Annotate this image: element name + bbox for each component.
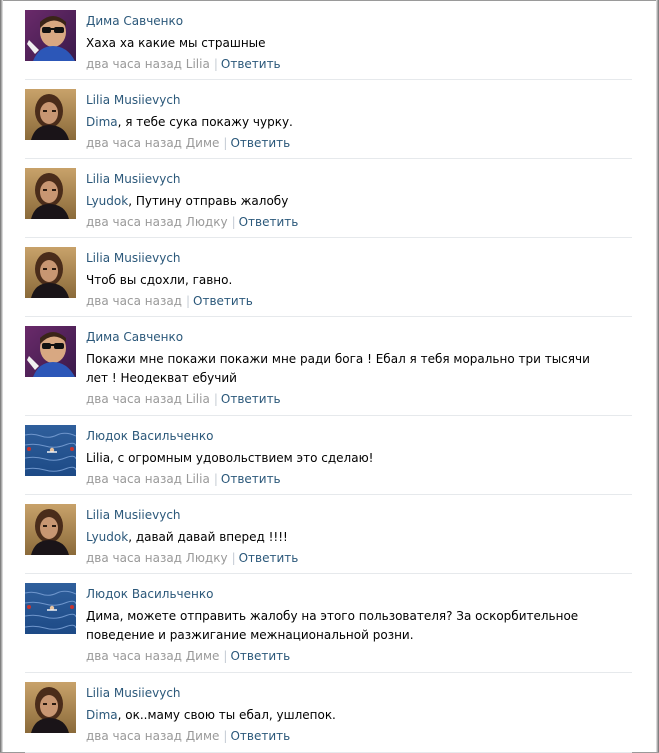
author-link[interactable]: Lilia Musiievych <box>86 507 592 523</box>
comment-body: Дима Савченко Хаха ха какие мы страшные дв… <box>86 13 592 73</box>
comment-item: Lilia Musiievych Lyudok, давай давай впер… <box>25 495 632 574</box>
comment-text: Dima, я тебе сука покажу чурку. <box>86 113 592 132</box>
comment-text: Дима, можете отправить жалобу на этого п… <box>86 607 592 645</box>
reply-to-link[interactable]: Dima <box>86 115 118 129</box>
meta-separator: | <box>213 57 218 71</box>
author-link[interactable]: Дима Савченко <box>86 329 592 345</box>
avatar[interactable] <box>25 168 76 219</box>
reply-button[interactable]: Ответить <box>230 136 290 150</box>
timestamp: два часа назад Диме <box>86 649 220 663</box>
avatar[interactable] <box>25 425 76 476</box>
comment-text: Чтоб вы сдохли, гавно. <box>86 271 592 290</box>
author-link[interactable]: Lilia Musiievych <box>86 250 592 266</box>
comment-body: Людок Васильченко Дима, можете отправить … <box>86 586 592 665</box>
reply-button[interactable]: Ответить <box>193 294 253 308</box>
comment-message: Lilia, с огромным удовольствием это сдел… <box>86 451 374 465</box>
comment-message: , давай давай вперед !!!! <box>128 530 288 544</box>
timestamp: два часа назад Людку <box>86 551 228 565</box>
timestamp: два часа назад <box>86 294 182 308</box>
comment-text: Lyudok, Путину отправь жалобу <box>86 192 592 211</box>
meta-separator: | <box>223 136 228 150</box>
comment-message: Хаха ха какие мы страшные <box>86 36 266 50</box>
reply-button[interactable]: Ответить <box>230 729 290 743</box>
comment-message: Покажи мне покажи покажи мне ради бога !… <box>86 352 590 385</box>
comment-body: Lilia Musiievych Dima, я тебе сука покажу… <box>86 92 592 152</box>
avatar[interactable] <box>25 682 76 733</box>
comment-body: Lilia Musiievych Dima, ок..маму свою ты е… <box>86 685 592 745</box>
comment-body: Людок Васильченко Lilia, с огромным удово… <box>86 428 592 488</box>
meta-separator: | <box>231 551 236 565</box>
comment-item: Людок Васильченко Дима, можете отправить … <box>25 574 632 673</box>
comment-body: Дима Савченко Покажи мне покажи покажи мн… <box>86 329 592 408</box>
comment-text: Покажи мне покажи покажи мне ради бога !… <box>86 350 592 388</box>
timestamp: два часа назад Диме <box>86 136 220 150</box>
comment-text: Dima, ок..маму свою ты ебал, ушлепок. <box>86 706 592 725</box>
reply-button[interactable]: Ответить <box>239 551 299 565</box>
comment-meta: два часа назад Диме | Ответить <box>86 134 592 152</box>
comment-meta: два часа назад Lilia | Ответить <box>86 470 592 488</box>
meta-separator: | <box>185 294 191 308</box>
meta-separator: | <box>223 649 228 663</box>
meta-separator: | <box>213 472 218 486</box>
timestamp: два часа назад Людку <box>86 215 228 229</box>
comment-meta: два часа назад Диме | Ответить <box>86 647 592 665</box>
reply-to-link[interactable]: Lyudok <box>86 530 128 544</box>
comment-body: Lilia Musiievych Lyudok, Путину отправь ж… <box>86 171 592 231</box>
reply-button[interactable]: Ответить <box>221 57 281 71</box>
comment-body: Lilia Musiievych Lyudok, давай давай впер… <box>86 507 592 567</box>
comment-item: Людок Васильченко Lilia, с огромным удово… <box>25 416 632 495</box>
comment-item: Lilia Musiievych Lyudok, Путину отправь ж… <box>25 159 632 238</box>
reply-button[interactable]: Ответить <box>239 215 299 229</box>
comment-meta: два часа назад Людку | Ответить <box>86 549 592 567</box>
comment-message: , Путину отправь жалобу <box>128 194 289 208</box>
comment-message: , ок..маму свою ты ебал, ушлепок. <box>117 708 336 722</box>
avatar[interactable] <box>25 504 76 555</box>
comment-text: Lilia, с огромным удовольствием это сдел… <box>86 449 592 468</box>
comment-item: Lilia Musiievych Dima, я тебе сука покажу… <box>25 80 632 159</box>
reply-button[interactable]: Ответить <box>221 472 281 486</box>
reply-button[interactable]: Ответить <box>230 649 290 663</box>
comment-text: Lyudok, давай давай вперед !!!! <box>86 528 592 547</box>
comment-meta: два часа назад Lilia | Ответить <box>86 55 592 73</box>
author-link[interactable]: Lilia Musiievych <box>86 92 592 108</box>
author-link[interactable]: Lilia Musiievych <box>86 171 592 187</box>
comment-message: Дима, можете отправить жалобу на этого п… <box>86 609 579 642</box>
comment-body: Lilia Musiievych Чтоб вы сдохли, гавно. дв… <box>86 250 592 310</box>
comment-item: Дима Савченко Покажи мне покажи покажи мн… <box>25 317 632 416</box>
comment-message: , я тебе сука покажу чурку. <box>117 115 293 129</box>
comment-meta: два часа назад Диме | Ответить <box>86 727 592 745</box>
timestamp: два часа назад Диме <box>86 729 220 743</box>
author-link[interactable]: Дима Савченко <box>86 13 592 29</box>
timestamp: два часа назад Lilia <box>86 472 210 486</box>
author-link[interactable]: Lilia Musiievych <box>86 685 592 701</box>
comment-meta: два часа назад Lilia | Ответить <box>86 390 592 408</box>
comment-list: Дима Савченко Хаха ха какие мы страшные дв… <box>25 1 632 753</box>
comment-meta: два часа назад Людку | Ответить <box>86 213 592 231</box>
reply-to-link[interactable]: Lyudok <box>86 194 128 208</box>
comment-meta: два часа назад | Ответить <box>86 292 592 310</box>
reply-to-link[interactable]: Dima <box>86 708 118 722</box>
comment-item: Lilia Musiievych Чтоб вы сдохли, гавно. дв… <box>25 238 632 317</box>
author-link[interactable]: Людок Васильченко <box>86 428 592 444</box>
meta-separator: | <box>231 215 236 229</box>
timestamp: два часа назад Lilia <box>86 392 210 406</box>
window-left-edge <box>0 0 3 753</box>
avatar[interactable] <box>25 326 76 377</box>
meta-separator: | <box>213 392 218 406</box>
timestamp: два часа назад Lilia <box>86 57 210 71</box>
avatar[interactable] <box>25 10 76 61</box>
avatar[interactable] <box>25 89 76 140</box>
comment-message: Чтоб вы сдохли, гавно. <box>86 273 233 287</box>
avatar[interactable] <box>25 247 76 298</box>
reply-button[interactable]: Ответить <box>221 392 281 406</box>
comment-text: Хаха ха какие мы страшные <box>86 34 592 53</box>
meta-separator: | <box>223 729 228 743</box>
comment-item: Lilia Musiievych Dima, ок..маму свою ты е… <box>25 673 632 753</box>
author-link[interactable]: Людок Васильченко <box>86 586 592 602</box>
comment-item: Дима Савченко Хаха ха какие мы страшные дв… <box>25 1 632 80</box>
avatar[interactable] <box>25 583 76 634</box>
